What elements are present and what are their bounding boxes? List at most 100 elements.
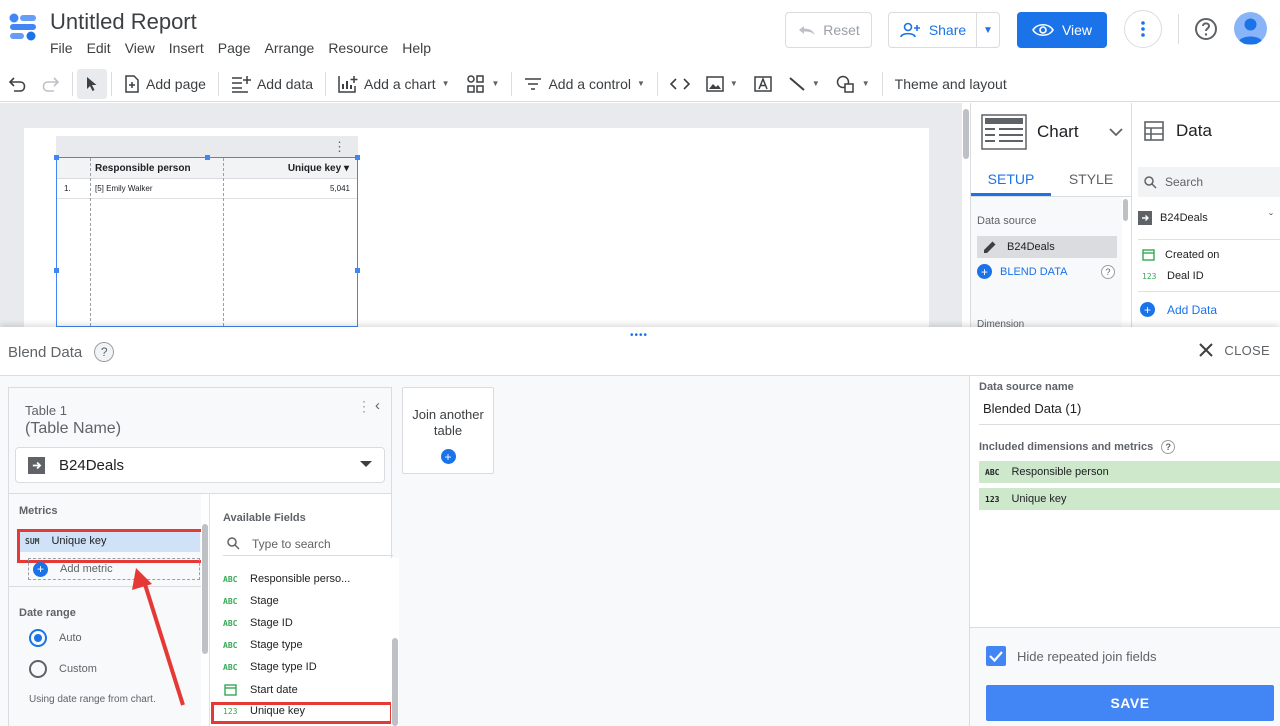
- resize-handle[interactable]: [54, 268, 59, 273]
- scrollbar-thumb[interactable]: [392, 638, 398, 726]
- field-search-input[interactable]: Type to search: [223, 532, 393, 556]
- resize-handle[interactable]: [355, 268, 360, 273]
- field-start-date[interactable]: Start date: [223, 683, 298, 696]
- view-button[interactable]: View: [1017, 12, 1107, 48]
- field-responsible-person[interactable]: ABC Responsible perso...: [223, 573, 350, 585]
- row-cell-value: 5,041: [329, 184, 350, 193]
- menu-file[interactable]: File: [50, 40, 83, 56]
- config-scrollbar[interactable]: [201, 494, 209, 726]
- radio-unselected-icon[interactable]: [29, 660, 47, 678]
- data-source-select[interactable]: B24Deals: [15, 447, 385, 483]
- chevron-left-icon[interactable]: ‹: [375, 397, 380, 414]
- available-fields-label: Available Fields: [223, 512, 306, 524]
- canvas-scrollbar[interactable]: [962, 103, 970, 327]
- field-stage-type[interactable]: ABC Stage type: [223, 639, 303, 651]
- add-data-button[interactable]: Add data: [223, 69, 321, 99]
- fields-scrollbar[interactable]: [391, 558, 399, 726]
- menu-edit[interactable]: Edit: [87, 40, 121, 56]
- community-viz-button[interactable]: ▼: [458, 69, 508, 99]
- close-button[interactable]: CLOSE: [1198, 342, 1270, 358]
- resize-handle[interactable]: [205, 155, 210, 160]
- embed-url-button[interactable]: [662, 69, 698, 99]
- menu-help[interactable]: Help: [402, 40, 441, 56]
- close-label: CLOSE: [1224, 342, 1270, 358]
- pencil-icon[interactable]: [983, 240, 997, 254]
- kebab-menu-icon[interactable]: ⋮: [357, 398, 371, 415]
- radio-custom[interactable]: Custom: [29, 660, 97, 678]
- data-source-header[interactable]: B24Deals ˇ: [1138, 211, 1280, 225]
- field-label: Stage type ID: [250, 661, 317, 673]
- help-icon[interactable]: ?: [1101, 264, 1115, 279]
- data-source-name: B24Deals: [1007, 241, 1055, 253]
- data-source-chip[interactable]: B24Deals: [977, 236, 1117, 258]
- chart-type-selector[interactable]: Chart: [971, 103, 1131, 161]
- theme-layout-button[interactable]: Theme and layout: [887, 69, 1015, 99]
- cursor-arrow-icon: [87, 76, 97, 91]
- shape-button[interactable]: ▼: [828, 69, 878, 99]
- tab-style[interactable]: STYLE: [1051, 161, 1131, 196]
- hide-repeated-checkbox[interactable]: [986, 646, 1006, 666]
- chart-panel-scrollbar[interactable]: [1122, 197, 1129, 327]
- menu-view[interactable]: View: [125, 40, 165, 56]
- undo-icon: [8, 76, 26, 92]
- column-header-unique-key[interactable]: Unique key ▾: [288, 163, 349, 174]
- data-source-name-input[interactable]: Blended Data (1): [983, 401, 1081, 416]
- share-dropdown-icon[interactable]: ▼: [977, 25, 999, 36]
- add-metric-button[interactable]: + Add metric: [28, 558, 200, 580]
- share-button[interactable]: Share ▼: [888, 12, 1000, 48]
- save-button[interactable]: SAVE: [986, 685, 1274, 721]
- reset-button[interactable]: Reset: [785, 12, 872, 48]
- menu-resource[interactable]: Resource: [328, 40, 398, 56]
- add-control-label: Add a control: [548, 75, 631, 92]
- help-icon[interactable]: ?: [1161, 440, 1176, 454]
- select-tool-button[interactable]: [77, 68, 107, 99]
- field-stage-type-id[interactable]: ABC Stage type ID: [223, 661, 317, 673]
- add-chart-button[interactable]: Add a chart ▼: [330, 69, 458, 99]
- join-another-table-button[interactable]: Join another table +: [402, 387, 494, 474]
- tab-setup[interactable]: SETUP: [971, 161, 1051, 196]
- text-box-button[interactable]: [746, 69, 780, 99]
- help-icon[interactable]: ?: [94, 342, 115, 362]
- radio-auto[interactable]: Auto: [29, 629, 82, 647]
- undo-button[interactable]: [0, 69, 34, 99]
- add-page-button[interactable]: Add page: [116, 69, 214, 99]
- blend-data-link[interactable]: + BLEND DATA ?: [977, 264, 1117, 279]
- toolbar-divider: [656, 71, 658, 96]
- report-title[interactable]: Untitled Report: [50, 9, 197, 35]
- resize-handle[interactable]: [355, 155, 360, 160]
- menu-insert[interactable]: Insert: [169, 40, 214, 56]
- table-chart[interactable]: Responsible person Unique key ▾ 1. [5] E…: [54, 155, 360, 327]
- column-header-responsible-person[interactable]: Responsible person: [95, 163, 191, 174]
- field-stage[interactable]: ABC Stage: [223, 595, 279, 607]
- kebab-menu-icon[interactable]: ⋮: [333, 139, 346, 155]
- help-icon[interactable]: [1193, 16, 1219, 42]
- scrollbar-thumb[interactable]: [1123, 199, 1128, 221]
- menu-arrange[interactable]: Arrange: [265, 40, 325, 56]
- scrollbar-thumb[interactable]: [963, 109, 969, 159]
- chart-properties-panel: Chart SETUP STYLE Data source B24Deals +…: [970, 103, 1131, 330]
- table-name-input[interactable]: (Table Name): [25, 420, 121, 438]
- radio-selected-icon[interactable]: [29, 629, 47, 647]
- person-add-icon: [900, 22, 920, 38]
- field-label: Stage type: [250, 639, 303, 651]
- line-button[interactable]: ▼: [780, 69, 828, 99]
- included-field-responsible-person[interactable]: ABC Responsible person: [979, 461, 1280, 483]
- add-data-link[interactable]: + Add Data: [1140, 302, 1217, 317]
- data-search-input[interactable]: Search: [1138, 167, 1280, 197]
- add-control-button[interactable]: Add a control ▼: [516, 69, 652, 99]
- available-fields-column: Available Fields Type to search ABC Resp…: [209, 494, 393, 726]
- drag-handle-icon[interactable]: ••••: [630, 330, 648, 341]
- redo-button[interactable]: [34, 69, 68, 99]
- collapse-icon[interactable]: ˇ: [1269, 211, 1273, 225]
- field-created-on[interactable]: Created on: [1142, 248, 1219, 261]
- column-guide: [90, 158, 91, 326]
- user-avatar[interactable]: [1234, 12, 1267, 45]
- included-field-unique-key[interactable]: 123 Unique key: [979, 488, 1280, 510]
- field-stage-id[interactable]: ABC Stage ID: [223, 617, 293, 629]
- more-options-button[interactable]: [1124, 10, 1162, 48]
- field-deal-id[interactable]: 123 Deal ID: [1142, 270, 1204, 282]
- scrollbar-thumb[interactable]: [202, 524, 208, 654]
- resize-handle[interactable]: [54, 155, 59, 160]
- image-button[interactable]: ▼: [698, 69, 746, 99]
- menu-page[interactable]: Page: [218, 40, 261, 56]
